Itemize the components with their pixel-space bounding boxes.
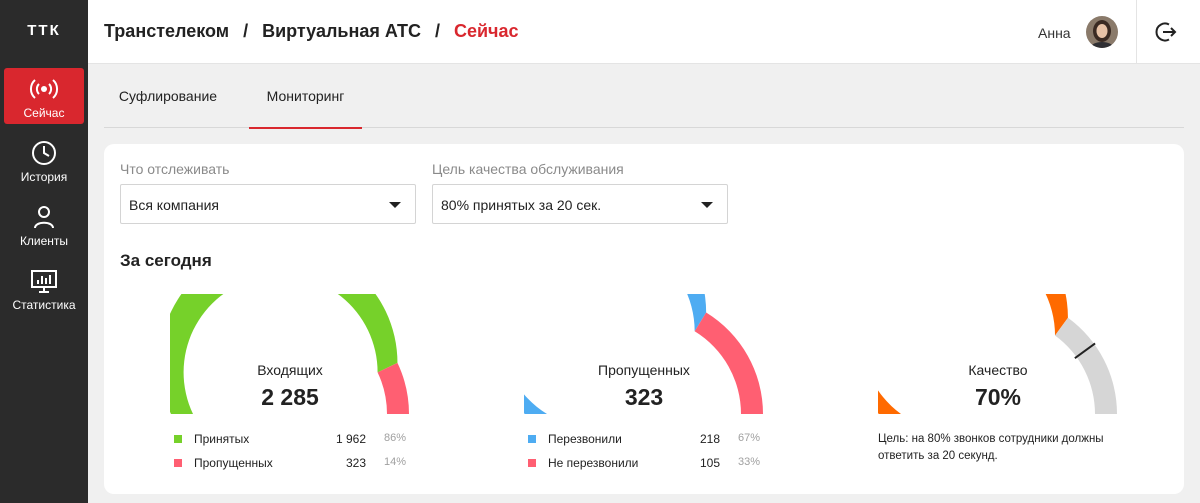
sidebar-item-history[interactable]: История — [4, 132, 84, 188]
broadcast-icon — [4, 76, 84, 102]
legend-percent: 86% — [383, 432, 406, 444]
gauge-quality: Качество 70% — [878, 294, 1118, 416]
legend-name: Перезвонили — [548, 432, 622, 446]
monitoring-card: Что отслеживать Вся компания Цель качест… — [104, 144, 1184, 494]
breadcrumb-separator: / — [434, 21, 440, 41]
legend-item: Пропущенных 323 14% — [170, 455, 410, 471]
avatar[interactable] — [1086, 16, 1118, 48]
sidebar-item-statistics[interactable]: Статистика — [4, 260, 84, 316]
sidebar-item-label: Статистика — [12, 298, 76, 312]
track-label: Что отслеживать — [120, 161, 230, 177]
legend-item: Перезвонили 218 67% — [524, 431, 764, 447]
sidebar-item-label: Клиенты — [19, 234, 69, 248]
breadcrumb: Транстелеком / Виртуальная АТС / Сейчас — [104, 21, 519, 42]
legend-name: Пропущенных — [194, 456, 273, 470]
legend-percent: 14% — [383, 456, 406, 468]
legend-count: 105 — [699, 456, 720, 470]
logo: ТТК — [27, 22, 61, 39]
legend-swatch — [174, 459, 182, 467]
legend-item: Не перезвонили 105 33% — [524, 455, 764, 471]
legend-swatch — [528, 435, 536, 443]
gauge-value: 70% — [974, 384, 1022, 410]
gauge-value: 2 285 — [261, 384, 319, 410]
gauge-value: 323 — [624, 384, 664, 410]
legend-swatch — [528, 459, 536, 467]
legend-name: Принятых — [194, 432, 250, 446]
gauge-label: Качество — [968, 362, 1028, 378]
tab-bar: Суфлирование Мониторинг — [104, 64, 1184, 129]
sidebar-item-now[interactable]: Сейчас — [4, 68, 84, 124]
legend-percent: 67% — [737, 432, 760, 444]
track-select[interactable]: Вся компания — [120, 184, 416, 224]
gauge-missed: Пропущенных 323 — [524, 294, 764, 416]
sla-select[interactable]: 80% принятых за 20 сек. — [432, 184, 728, 224]
user-icon — [4, 204, 84, 230]
header-divider — [1136, 0, 1137, 64]
legend-swatch — [174, 435, 182, 443]
caret-down-icon — [701, 202, 713, 208]
gauge-label: Пропущенных — [598, 362, 690, 378]
legend-item: Принятых 1 962 86% — [170, 431, 410, 447]
sidebar: ТТК Сейчас История Клиенты Статистика — [0, 0, 88, 503]
sidebar-item-label: История — [20, 170, 68, 184]
tab-prompting[interactable]: Суфлирование — [104, 64, 232, 128]
clock-icon — [4, 140, 84, 166]
caret-down-icon — [389, 202, 401, 208]
legend-count: 1 962 — [335, 432, 366, 446]
header: Транстелеком / Виртуальная АТС / Сейчас Анна — [88, 0, 1200, 64]
breadcrumb-separator: / — [243, 21, 249, 41]
breadcrumb-item[interactable]: Транстелеком — [104, 21, 229, 41]
gauge-label: Входящих — [257, 362, 323, 378]
monitor-chart-icon — [4, 268, 84, 294]
sidebar-item-clients[interactable]: Клиенты — [4, 196, 84, 252]
legend-name: Не перезвонили — [548, 456, 639, 470]
breadcrumb-current: Сейчас — [453, 21, 519, 41]
user-name[interactable]: Анна — [1038, 25, 1071, 41]
track-select-value: Вся компания — [129, 197, 220, 213]
tab-monitoring[interactable]: Мониторинг — [249, 64, 362, 129]
logout-icon[interactable] — [1154, 20, 1178, 44]
legend-count: 323 — [345, 456, 366, 470]
quality-note: Цель: на 80% звонков сотрудники должны о… — [878, 433, 1104, 462]
sla-label: Цель качества обслуживания — [432, 161, 624, 177]
legend-count: 218 — [699, 432, 720, 446]
sidebar-item-label: Сейчас — [23, 106, 65, 120]
gauge-incoming: Входящих 2 285 — [170, 294, 410, 416]
breadcrumb-item[interactable]: Виртуальная АТС — [262, 21, 421, 41]
legend-percent: 33% — [737, 456, 760, 468]
sla-select-value: 80% принятых за 20 сек. — [441, 197, 602, 213]
section-title: За сегодня — [120, 251, 212, 270]
